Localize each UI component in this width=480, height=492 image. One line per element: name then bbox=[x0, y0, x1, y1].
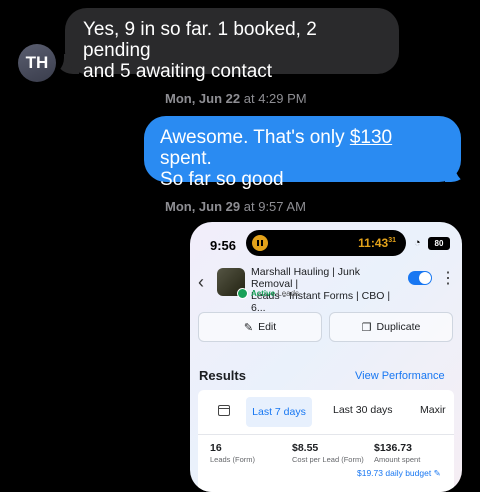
outgoing-text-post: spent. bbox=[160, 148, 212, 169]
timestamp-day: Mon, Jun 22 bbox=[165, 91, 241, 106]
timestamp-time: 9:57 AM bbox=[258, 199, 306, 214]
results-card: Last 7 days Last 30 days Maxir 16 Leads … bbox=[198, 390, 454, 492]
timestamp-at: at bbox=[243, 91, 255, 106]
incoming-message-line2: and 5 awaiting contact bbox=[83, 61, 273, 82]
incoming-message-line1: Yes, 9 in so far. 1 booked, 2 pending bbox=[83, 19, 317, 61]
duplicate-button-label: Duplicate bbox=[376, 321, 421, 333]
timestamp: Mon, Jun 29 at 9:57 AM bbox=[165, 199, 306, 214]
contact-avatar[interactable]: TH bbox=[18, 44, 56, 82]
metric-leads-label: Leads (Form) bbox=[210, 455, 256, 464]
status-bar-time: 9:56 bbox=[210, 238, 237, 253]
pencil-icon: ✎ bbox=[243, 321, 254, 334]
pause-icon bbox=[252, 235, 268, 251]
campaign-status: Active Leads bbox=[251, 289, 299, 298]
tab-last-7-days[interactable]: Last 7 days bbox=[246, 397, 312, 427]
metric-cpl-value: $8.55 bbox=[292, 442, 319, 454]
edit-button[interactable]: ✎ Edit bbox=[198, 312, 322, 342]
screenshot-attachment[interactable]: 9:56 11:4331 ◔ 80 ‹ Marshall Hauling | J… bbox=[190, 222, 462, 492]
timestamp-at: at bbox=[243, 199, 255, 214]
incoming-message-bubble[interactable]: Yes, 9 in so far. 1 booked, 2 pending an… bbox=[65, 8, 399, 82]
outgoing-message-line1: Awesome. That's only $130 spent. bbox=[160, 127, 445, 169]
timestamp: Mon, Jun 22 at 4:29 PM bbox=[165, 91, 307, 106]
active-status-dot bbox=[237, 288, 248, 299]
more-options-icon[interactable]: ⋮ bbox=[440, 268, 456, 288]
results-title: Results bbox=[199, 368, 246, 383]
outgoing-message-line2: So far so good bbox=[160, 169, 284, 190]
tab-last-30-days[interactable]: Last 30 days bbox=[333, 404, 393, 416]
recording-time: 11:4331 bbox=[358, 236, 396, 250]
duplicate-button[interactable]: ❐ Duplicate bbox=[329, 312, 453, 342]
calendar-icon[interactable] bbox=[218, 405, 230, 416]
dynamic-island: 11:4331 bbox=[246, 230, 406, 256]
view-performance-link[interactable]: View Performance bbox=[355, 370, 445, 382]
card-divider bbox=[198, 434, 454, 435]
pencil-icon: ✎ bbox=[433, 468, 441, 478]
copy-icon: ❐ bbox=[361, 321, 372, 334]
amount-link[interactable]: $130 bbox=[350, 127, 392, 148]
edit-button-label: Edit bbox=[258, 321, 277, 333]
daily-budget-text: $19.73 daily budget bbox=[357, 468, 432, 478]
campaign-status-type: Leads bbox=[277, 289, 300, 298]
campaign-toggle[interactable] bbox=[408, 271, 432, 285]
tab-maximum[interactable]: Maxir bbox=[420, 404, 446, 416]
battery-icon: 80 bbox=[428, 237, 450, 250]
campaign-name-line1: Marshall Hauling | Junk Removal | bbox=[251, 266, 360, 290]
back-chevron-icon[interactable]: ‹ bbox=[198, 272, 204, 293]
campaign-status-active: Active bbox=[251, 289, 276, 298]
recording-time-sup: 31 bbox=[388, 237, 396, 244]
recording-time-main: 11:43 bbox=[358, 236, 389, 250]
metric-spent-label: Amount spent bbox=[374, 455, 421, 464]
timestamp-time: 4:29 PM bbox=[258, 91, 307, 106]
metric-spent-value: $136.73 bbox=[374, 442, 412, 454]
metric-leads-value: 16 bbox=[210, 442, 222, 454]
timestamp-day: Mon, Jun 29 bbox=[165, 199, 241, 214]
outgoing-text-pre: Awesome. That's only bbox=[160, 127, 350, 148]
daily-budget-link[interactable]: $19.73 daily budget ✎ bbox=[357, 468, 441, 479]
metric-cpl-label: Cost per Lead (Form) bbox=[292, 455, 364, 464]
outgoing-message-bubble[interactable]: Awesome. That's only $130 spent. So far … bbox=[144, 116, 461, 190]
wifi-icon: ◔ bbox=[414, 237, 421, 249]
